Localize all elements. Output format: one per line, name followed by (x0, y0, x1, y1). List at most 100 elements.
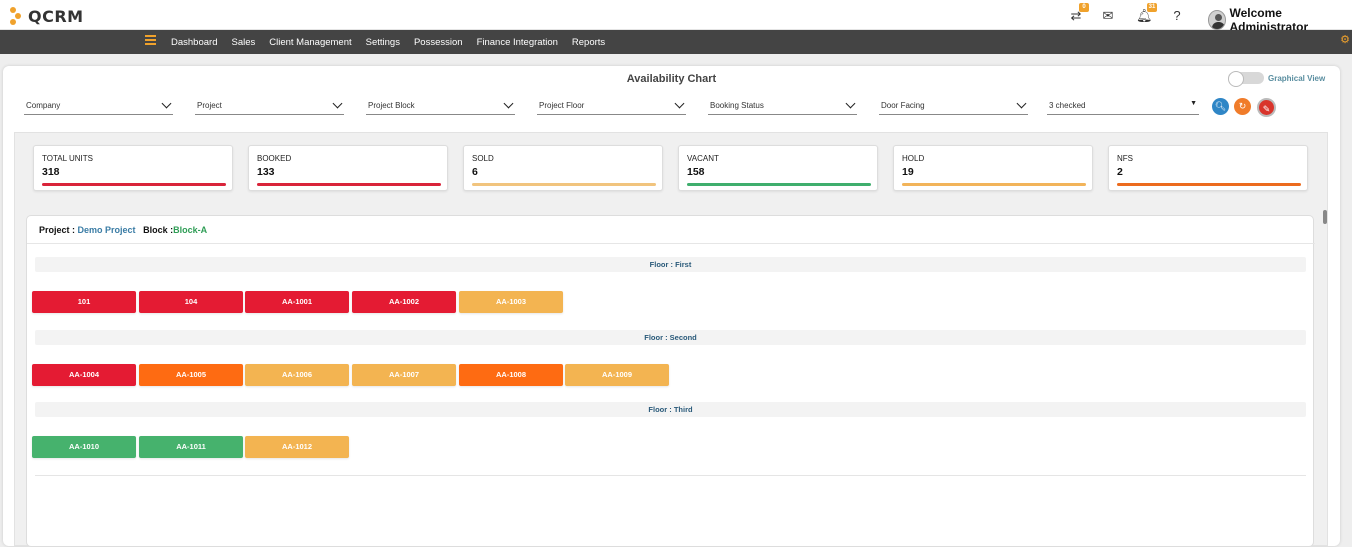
unit-tile[interactable]: AA-1006 (245, 364, 349, 386)
chevron-down-icon (674, 98, 685, 109)
stat-label: TOTAL UNITS (42, 154, 93, 163)
transfer-badge: 0 (1079, 3, 1089, 12)
stat-bar (257, 183, 441, 186)
project-block-select[interactable]: Project Block (366, 97, 515, 115)
hamburger-menu-icon[interactable] (145, 35, 156, 46)
stat-label: BOOKED (257, 154, 292, 163)
app-logo[interactable]: QCRM (10, 6, 84, 26)
stat-bar (472, 183, 656, 186)
nav-finance-integration[interactable]: Finance Integration (477, 37, 558, 48)
unit-tile[interactable]: AA-1009 (565, 364, 669, 386)
stat-card-booked: BOOKED 133 (248, 145, 448, 191)
main-nav: Dashboard Sales Client Management Settin… (0, 30, 1352, 54)
unit-tile[interactable]: AA-1005 (139, 364, 243, 386)
unit-tile[interactable]: AA-1007 (352, 364, 456, 386)
stat-label: VACANT (687, 154, 719, 163)
stat-card-hold: HOLD 19 (893, 145, 1093, 191)
refresh-icon[interactable]: ↻ (1234, 98, 1251, 115)
nav-possession[interactable]: Possession (414, 37, 463, 48)
unit-tile[interactable]: AA-1004 (32, 364, 136, 386)
content-panel: TOTAL UNITS 318 BOOKED 133 SOLD 6 VACANT… (14, 132, 1328, 547)
company-select-label: Company (26, 101, 61, 110)
project-floor-select-label: Project Floor (539, 101, 585, 110)
block-label: Block : (143, 225, 174, 235)
divider (35, 475, 1306, 476)
availability-chart-card: Availability Chart Graphical View Compan… (3, 66, 1340, 547)
logo-text: QCRM (28, 6, 84, 26)
booking-status-select[interactable]: Booking Status (708, 97, 857, 115)
stat-value: 158 (687, 166, 705, 178)
project-card: Project : Demo Project Block :Block-A Fl… (26, 215, 1315, 547)
unit-tile[interactable]: AA-1012 (245, 436, 349, 458)
chevron-down-icon (1016, 98, 1027, 109)
unit-tile[interactable]: AA-1008 (459, 364, 563, 386)
transfer-icon[interactable]: ⇄ 0 (1068, 3, 1089, 24)
bell-icon[interactable]: 🔔︎ 31 (1136, 3, 1157, 24)
unit-tile[interactable]: 101 (32, 291, 136, 313)
unit-tile[interactable]: AA-1001 (245, 291, 349, 313)
search-icon[interactable]: 🔍︎ (1212, 98, 1229, 115)
notification-badge: 31 (1147, 3, 1157, 12)
company-select[interactable]: Company (24, 97, 173, 115)
stat-bar (42, 183, 226, 186)
graphical-view-toggle-wrap: Graphical View (1228, 71, 1326, 87)
multi-checked-select[interactable]: 3 checked ▼ (1047, 97, 1199, 115)
stat-bar (902, 183, 1086, 186)
project-header: Project : Demo Project Block :Block-A (27, 216, 1315, 244)
floor-header: Floor : Third (35, 402, 1306, 417)
graphical-view-toggle[interactable] (1228, 71, 1264, 87)
unit-tile[interactable]: 104 (139, 291, 243, 313)
graphical-view-label: Graphical View (1268, 73, 1326, 83)
multi-checked-select-label: 3 checked (1049, 101, 1086, 110)
unit-tile[interactable]: AA-1002 (352, 291, 456, 313)
floor-header: Floor : Second (35, 330, 1306, 345)
nav-client-management[interactable]: Client Management (269, 37, 351, 48)
chevron-down-icon (332, 98, 343, 109)
stat-bar (1117, 183, 1301, 186)
mail-icon[interactable]: ✉ (1100, 8, 1116, 24)
stat-label: HOLD (902, 154, 925, 163)
stat-value: 318 (42, 166, 60, 178)
nav-reports[interactable]: Reports (572, 37, 605, 48)
stat-value: 2 (1117, 166, 1123, 178)
caret-down-icon: ▼ (1190, 100, 1197, 107)
stat-label: NFS (1117, 154, 1133, 163)
project-name: Demo Project (77, 225, 136, 235)
chevron-down-icon (845, 98, 856, 109)
stat-value: 6 (472, 166, 478, 178)
stat-value: 133 (257, 166, 275, 178)
floor-header: Floor : First (35, 257, 1306, 272)
unit-tile[interactable]: AA-1003 (459, 291, 563, 313)
chevron-down-icon (503, 98, 514, 109)
project-label: Project : (39, 225, 76, 235)
project-select-label: Project (197, 101, 222, 110)
stat-bar (687, 183, 871, 186)
stat-value: 19 (902, 166, 914, 178)
unit-tile[interactable]: AA-1010 (32, 436, 136, 458)
stat-label: SOLD (472, 154, 494, 163)
project-select[interactable]: Project (195, 97, 344, 115)
logo-icon (10, 7, 24, 25)
nav-sales[interactable]: Sales (231, 37, 255, 48)
stat-card-sold: SOLD 6 (463, 145, 663, 191)
chevron-down-icon (161, 98, 172, 109)
top-header: QCRM ⇄ 0 ✉ 🔔︎ 31 ? Welcome Administrator (0, 0, 1352, 34)
help-icon[interactable]: ? (1169, 8, 1185, 24)
block-name: Block-A (173, 225, 208, 235)
door-facing-select[interactable]: Door Facing (879, 97, 1028, 115)
scrollbar-thumb[interactable] (1323, 210, 1327, 224)
nav-settings[interactable]: Settings (366, 37, 400, 48)
page-title: Availability Chart (626, 73, 717, 85)
stat-card-vacant: VACANT 158 (678, 145, 878, 191)
unit-tile[interactable]: AA-1011 (139, 436, 243, 458)
nav-items: Dashboard Sales Client Management Settin… (171, 30, 619, 54)
nav-dashboard[interactable]: Dashboard (171, 37, 217, 48)
project-floor-select[interactable]: Project Floor (537, 97, 686, 115)
clear-filter-icon[interactable]: ✎ (1257, 98, 1276, 117)
stat-card-total-units: TOTAL UNITS 318 (33, 145, 233, 191)
booking-status-select-label: Booking Status (710, 101, 764, 110)
door-facing-select-label: Door Facing (881, 101, 925, 110)
project-block-select-label: Project Block (368, 101, 415, 110)
stat-card-nfs: NFS 2 (1108, 145, 1308, 191)
gear-icon[interactable]: ⚙ (1340, 33, 1350, 46)
